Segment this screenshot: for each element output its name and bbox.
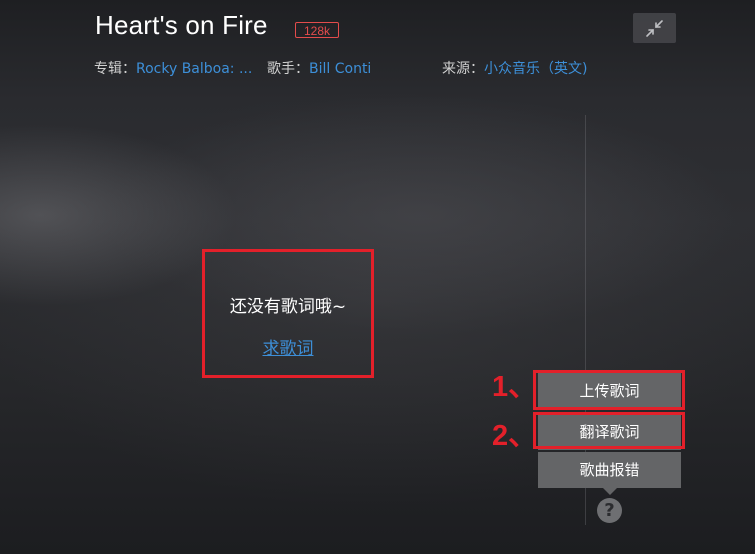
singer-link[interactable]: Bill Conti	[309, 61, 371, 77]
singer-info: 歌手：Bill Conti	[267, 60, 371, 78]
translate-highlight	[533, 412, 685, 449]
request-lyrics-link[interactable]: 求歌词	[205, 334, 371, 359]
song-title: Heart's on Fire	[95, 10, 268, 40]
source-info: 来源：小众音乐（英文)	[442, 60, 587, 78]
step-2-label: 2、	[492, 420, 538, 452]
source-link[interactable]: 小众音乐（英文)	[484, 61, 587, 77]
collapse-button[interactable]	[633, 13, 676, 43]
report-song-button[interactable]: 歌曲报错	[538, 452, 681, 488]
quality-badge[interactable]: 128k	[295, 22, 339, 38]
collapse-icon	[646, 20, 663, 37]
upload-highlight	[533, 370, 685, 410]
no-lyrics-message: 还没有歌词哦~	[229, 297, 347, 317]
album-info: 专辑：Rocky Balboa: ...	[94, 60, 252, 78]
source-label: 来源：	[442, 61, 484, 77]
album-label: 专辑：	[94, 61, 136, 77]
singer-label: 歌手：	[267, 61, 309, 77]
no-lyrics-highlight: 还没有歌词哦~ 求歌词	[202, 249, 374, 378]
step-1-label: 1、	[492, 371, 538, 403]
help-icon[interactable]: ?	[597, 498, 622, 523]
album-link[interactable]: Rocky Balboa: ...	[136, 61, 252, 77]
menu-pointer	[603, 488, 617, 495]
